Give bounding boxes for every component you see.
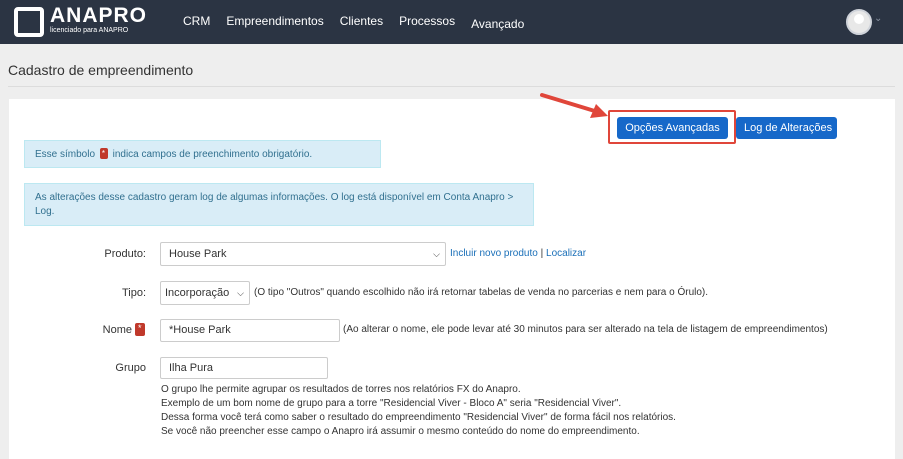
- required-asterisk-icon: [135, 323, 145, 336]
- top-navbar: ANAPRO licenciado para ANAPRO CRM Empree…: [0, 0, 903, 44]
- grupo-help: O grupo lhe permite agrupar os resultado…: [161, 383, 781, 439]
- tipo-help: (O tipo "Outros" quando escolhido não ir…: [254, 287, 709, 298]
- anapro-logo-icon[interactable]: [14, 7, 44, 37]
- chevron-down-icon[interactable]: ⌄: [874, 13, 882, 24]
- red-arrow-annotation: [540, 93, 608, 118]
- grupo-label: Grupo: [115, 362, 146, 374]
- produto-link-separator: |: [540, 248, 544, 259]
- grupo-help-line: Se você não preencher esse campo o Anapr…: [161, 426, 640, 437]
- log-info-alert: As alterações desse cadastro geram log d…: [24, 183, 534, 226]
- title-divider: [8, 86, 895, 87]
- grupo-help-line: Exemplo de um bom nome de grupo para a t…: [161, 398, 622, 409]
- nav-avancado[interactable]: Avançado: [471, 17, 524, 31]
- grupo-input[interactable]: Ilha Pura: [160, 357, 328, 379]
- log-alteracoes-button[interactable]: Log de Alterações: [736, 117, 837, 139]
- tipo-label: Tipo:: [121, 287, 146, 299]
- tipo-select[interactable]: Incorporação ⌵: [160, 281, 250, 305]
- nome-help: (Ao alterar o nome, ele pode levar até 3…: [343, 324, 828, 335]
- localizar-link[interactable]: Localizar: [546, 248, 586, 259]
- produto-select[interactable]: House Park ⌵: [160, 242, 446, 266]
- logo-subtitle: licenciado para ANAPRO: [50, 27, 129, 34]
- produto-select-value: House Park: [169, 248, 227, 260]
- chevron-down-icon: ⌵: [433, 249, 440, 259]
- required-asterisk-icon: [99, 147, 108, 161]
- nav-crm[interactable]: CRM: [183, 14, 210, 31]
- produto-label: Produto:: [104, 248, 146, 260]
- logo-text[interactable]: ANAPRO: [50, 5, 147, 26]
- opcoes-avancadas-button[interactable]: Opções Avançadas: [617, 117, 728, 139]
- incluir-produto-link[interactable]: Incluir novo produto: [450, 248, 538, 259]
- grupo-help-line: Dessa forma você terá como saber o resul…: [161, 412, 676, 423]
- nav-empreendimentos[interactable]: Empreendimentos: [226, 14, 323, 31]
- nome-input[interactable]: *House Park: [160, 319, 340, 342]
- required-alert-suffix: indica campos de preenchimento obrigatór…: [112, 149, 313, 160]
- nav-clientes[interactable]: Clientes: [340, 14, 383, 31]
- page-title: Cadastro de empreendimento: [8, 62, 194, 78]
- nav-processos[interactable]: Processos: [399, 14, 455, 31]
- tipo-select-value: Incorporação: [165, 287, 230, 299]
- chevron-down-icon: ⌵: [237, 288, 244, 298]
- nav-links: CRM Empreendimentos Clientes Processos A…: [183, 14, 540, 31]
- nome-label: Nome: [102, 324, 132, 336]
- user-avatar[interactable]: [846, 9, 872, 35]
- grupo-help-line: O grupo lhe permite agrupar os resultado…: [161, 384, 521, 395]
- produto-links: Incluir novo produto | Localizar: [450, 248, 586, 259]
- required-info-alert: Esse símbolo indica campos de preenchime…: [24, 140, 381, 168]
- required-alert-prefix: Esse símbolo: [35, 149, 96, 160]
